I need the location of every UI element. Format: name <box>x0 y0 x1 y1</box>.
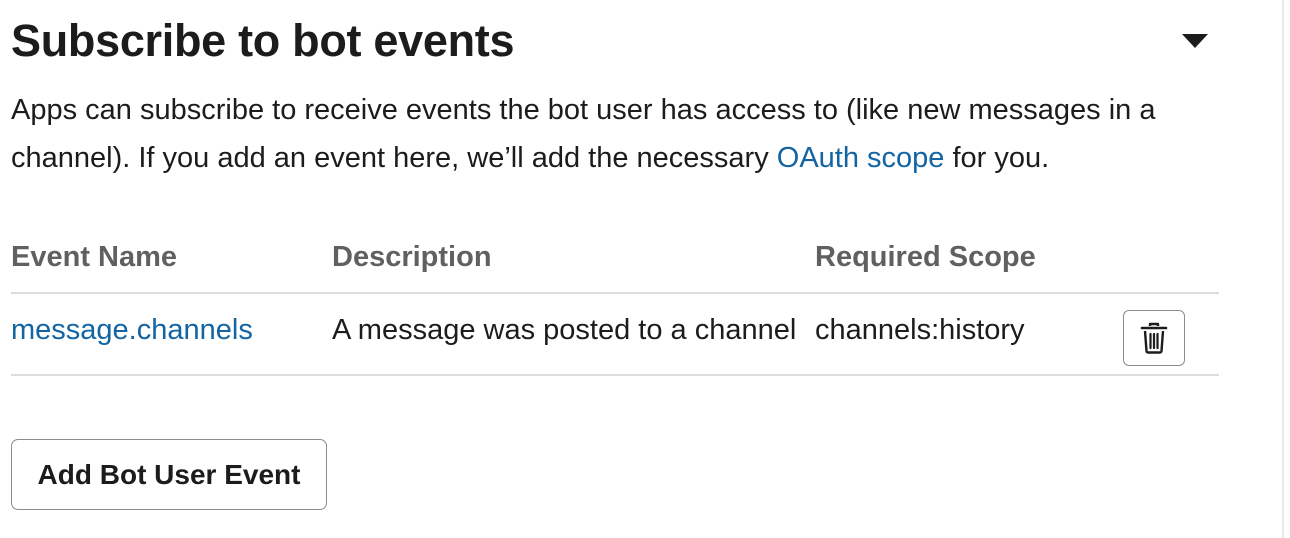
scroll-divider <box>1282 0 1284 538</box>
actions-cell <box>1123 293 1219 376</box>
events-table: Event Name Description Required Scope me… <box>11 222 1219 376</box>
header-actions <box>1123 222 1219 294</box>
description-text-end: for you. <box>944 142 1050 174</box>
event-name-cell[interactable]: message.channels <box>11 293 332 376</box>
delete-event-button[interactable] <box>1123 310 1185 366</box>
caret-down-icon[interactable] <box>1176 30 1214 54</box>
required-scope-cell: channels:history <box>815 293 1123 376</box>
header-event-name: Event Name <box>11 222 332 294</box>
table-header-row: Event Name Description Required Scope <box>11 222 1219 294</box>
section-title: Subscribe to bot events <box>11 15 515 66</box>
oauth-scope-link[interactable]: OAuth scope <box>777 142 945 174</box>
table-row: message.channels A message was posted to… <box>11 293 1219 376</box>
header-required-scope: Required Scope <box>815 222 1123 294</box>
bot-events-section: Subscribe to bot events Apps can subscri… <box>0 0 1290 538</box>
event-description-cell: A message was posted to a channel <box>332 293 815 376</box>
header-description: Description <box>332 222 815 294</box>
trash-icon <box>1140 322 1168 354</box>
add-bot-user-event-button[interactable]: Add Bot User Event <box>11 439 327 510</box>
section-description: Apps can subscribe to receive events the… <box>11 86 1241 182</box>
